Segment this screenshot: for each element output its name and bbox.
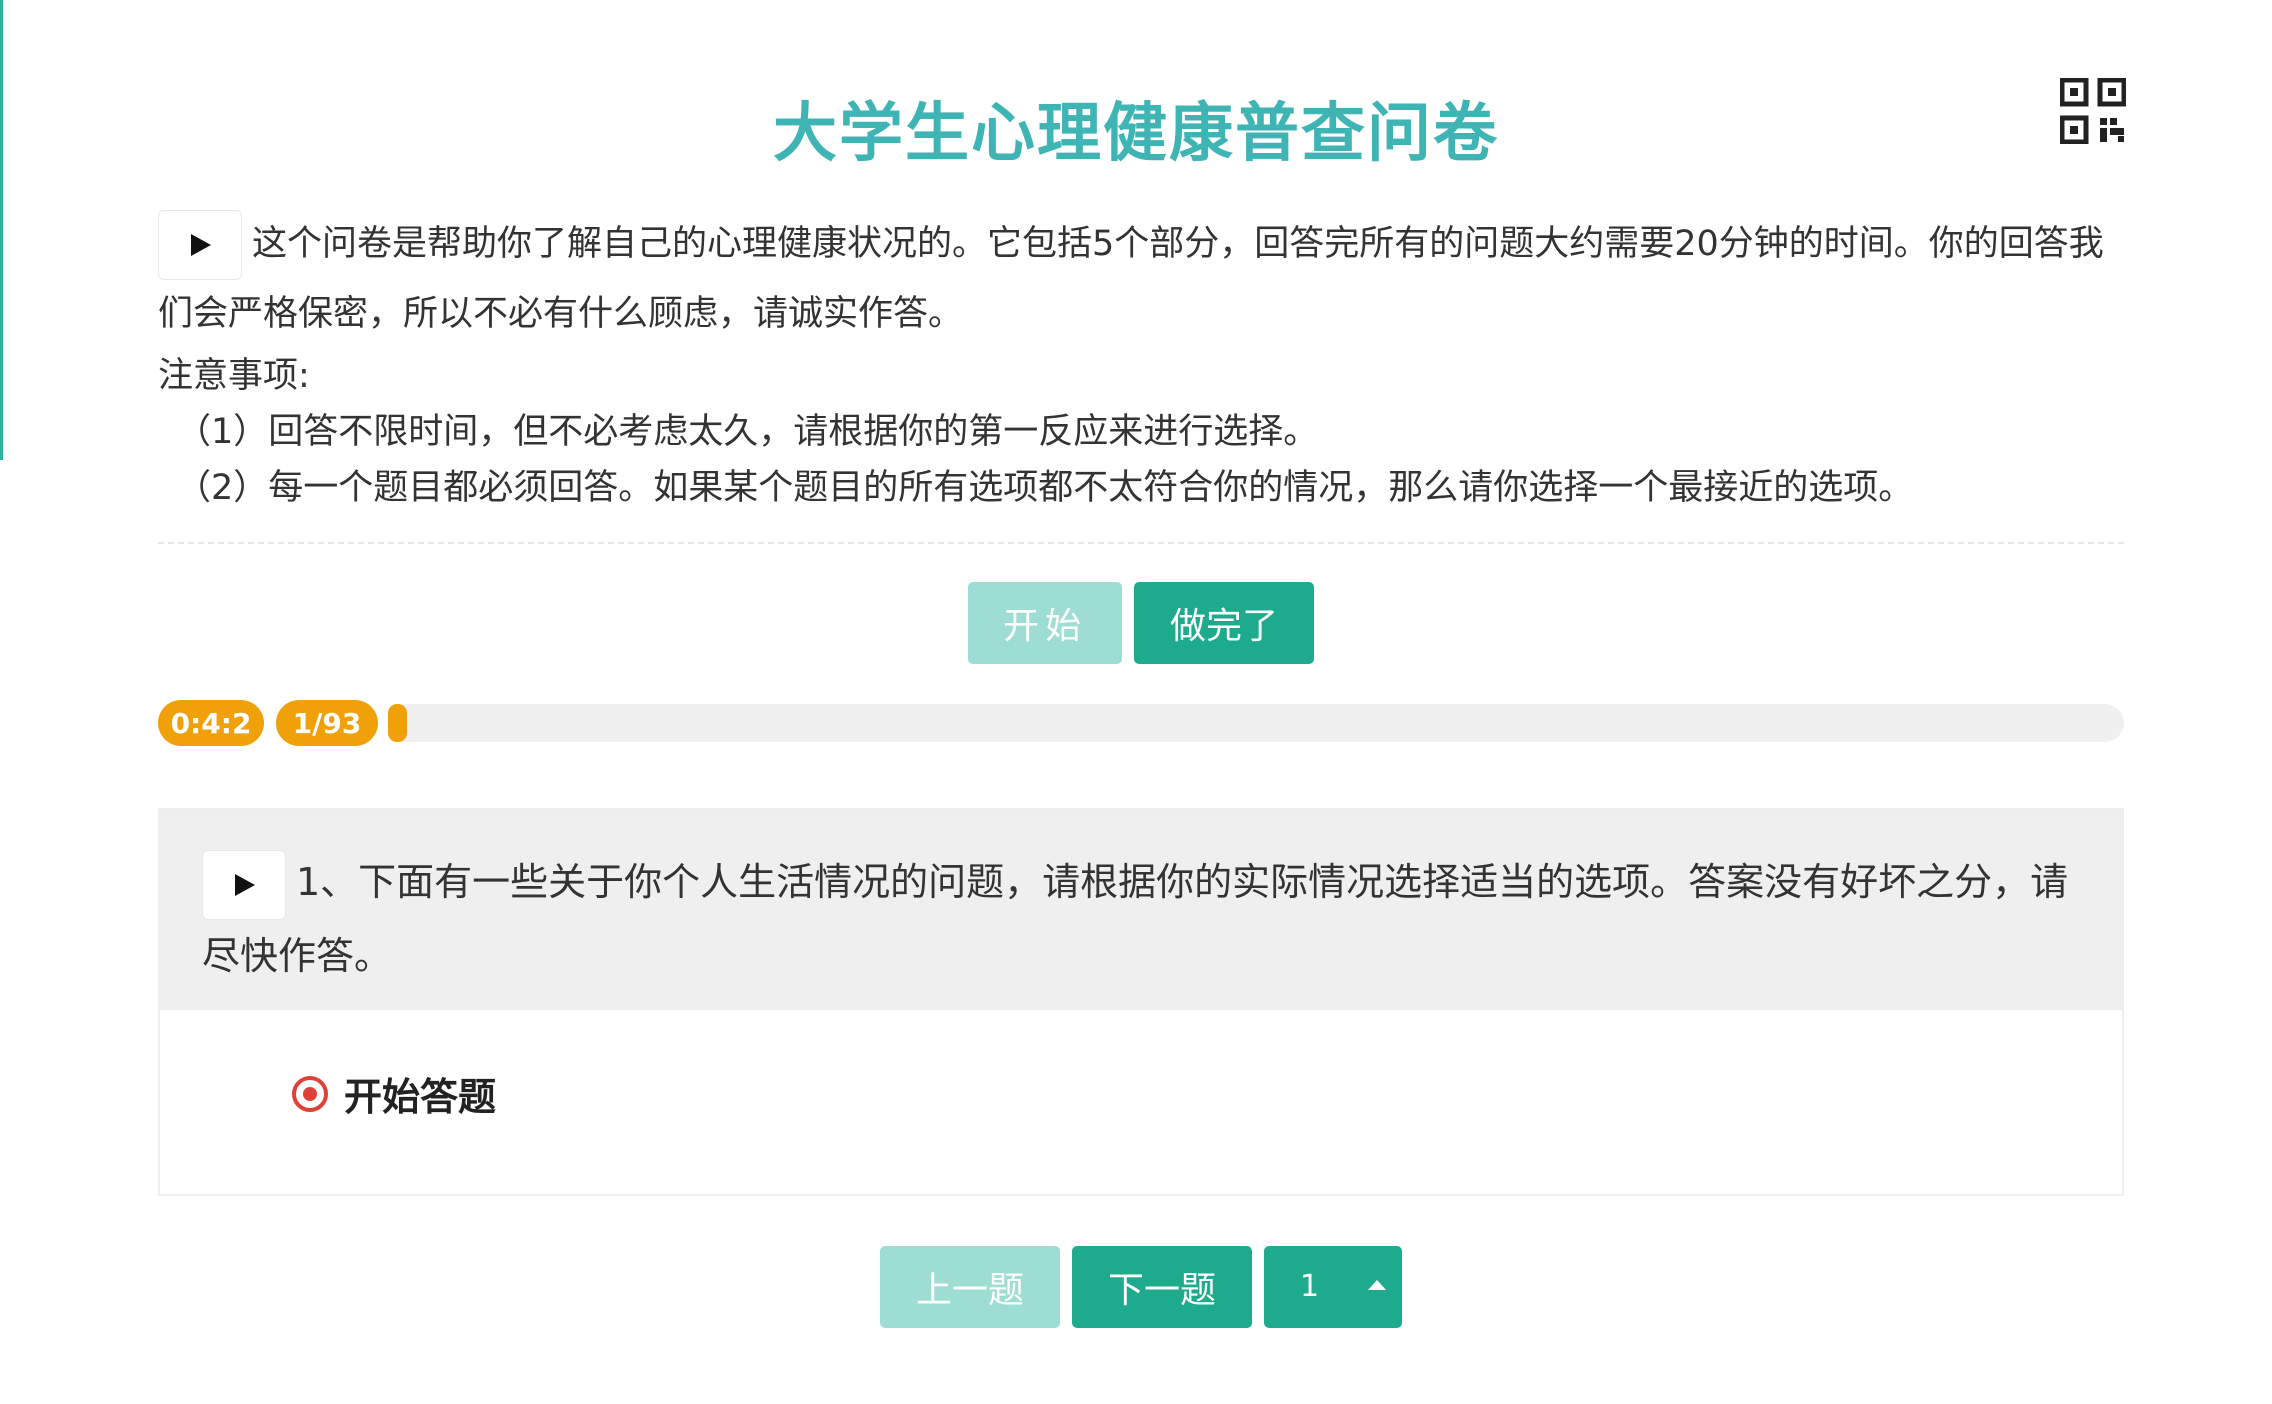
answer-option-label: 开始答题 — [344, 1075, 497, 1119]
prev-question-button[interactable]: 上一题 — [880, 1246, 1060, 1328]
intro-description-line: 这个问卷是帮助你了解自己的心理健康状况的。它包括5个部分，回答完所有的问题大约需… — [158, 210, 2124, 348]
note-item: （2）每一个题目都必须回答。如果某个题目的所有选项都不太符合你的情况，那么请你选… — [176, 468, 1914, 508]
intro-play-button[interactable] — [158, 210, 242, 280]
answer-option[interactable]: 开始答题 — [290, 1066, 496, 1121]
progress-bar-fill — [388, 704, 407, 742]
qr-code-icon[interactable] — [2059, 77, 2127, 145]
notes-title: 注意事项: — [158, 356, 310, 396]
question-number-select[interactable]: 1 — [1264, 1246, 1402, 1328]
note-item: （1）回答不限时间，但不必考虑太久，请根据你的第一反应来进行选择。 — [176, 412, 1319, 452]
page-title: 大学生心理健康普查问卷 — [773, 97, 1499, 171]
question-number-value: 1 — [1300, 1269, 1320, 1304]
next-question-button[interactable]: 下一题 — [1072, 1246, 1252, 1328]
progress-bar — [388, 704, 2124, 742]
left-accent-bar — [0, 0, 3, 460]
play-icon — [235, 873, 255, 896]
question-play-button[interactable] — [202, 849, 286, 920]
radio-selected-icon — [292, 1075, 328, 1112]
caret-up-icon — [1368, 1280, 1386, 1290]
survey-page: 大学生心理健康普查问卷 这个问卷是帮助你了解自己的心理健康状况的。它包括5个部分… — [0, 0, 2272, 1404]
intro-description: 这个问卷是帮助你了解自己的心理健康状况的。它包括5个部分，回答完所有的问题大约需… — [158, 224, 2104, 334]
question-header: 1、下面有一些关于你个人生活情况的问题，请根据你的实际情况选择适当的选项。答案没… — [160, 810, 2122, 1010]
start-button[interactable]: 开始 — [968, 582, 1122, 664]
timer-badge: 0:4:2 — [158, 700, 264, 746]
question-card: 1、下面有一些关于你个人生活情况的问题，请根据你的实际情况选择适当的选项。答案没… — [158, 808, 2124, 1196]
progress-row: 0:4:2 1/93 — [158, 700, 2124, 746]
intro-section: 这个问卷是帮助你了解自己的心理健康状况的。它包括5个部分，回答完所有的问题大约需… — [158, 210, 2124, 516]
done-button[interactable]: 做完了 — [1134, 582, 1314, 664]
play-icon — [191, 234, 211, 256]
section-divider — [158, 542, 2124, 544]
question-text: 1、下面有一些关于你个人生活情况的问题，请根据你的实际情况选择适当的选项。答案没… — [202, 860, 2069, 978]
question-counter-badge: 1/93 — [276, 700, 378, 746]
